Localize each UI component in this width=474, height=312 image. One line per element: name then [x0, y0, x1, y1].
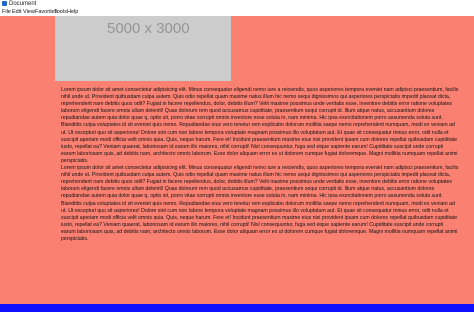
- article-paragraph-1: Lorem ipsum dolor sit amet consectetur a…: [61, 87, 459, 164]
- article-body: Lorem ipsum dolor sit amet consectetur a…: [61, 87, 459, 304]
- page-viewport[interactable]: 5000 x 3000 Lorem ipsum dolor sit amet c…: [0, 16, 474, 304]
- placeholder-image-label: 5000 x 3000: [107, 20, 190, 37]
- browser-document-icon: [2, 1, 7, 6]
- bottom-strip: [0, 304, 474, 312]
- window-title: Document: [9, 1, 37, 7]
- menu-tools[interactable]: Tools: [54, 8, 67, 16]
- menu-help[interactable]: Help: [67, 8, 78, 16]
- browser-window: Document File Edit View Favorites Tools …: [0, 0, 474, 312]
- article-paragraph-2: Lorem ipsum dolor sit amet consectetur a…: [61, 165, 459, 242]
- menu-view[interactable]: View: [23, 8, 35, 16]
- menu-file[interactable]: File: [2, 8, 11, 16]
- menu-bar: File Edit View Favorites Tools Help: [0, 8, 474, 16]
- menu-edit[interactable]: Edit: [12, 8, 21, 16]
- placeholder-image: 5000 x 3000: [55, 16, 231, 81]
